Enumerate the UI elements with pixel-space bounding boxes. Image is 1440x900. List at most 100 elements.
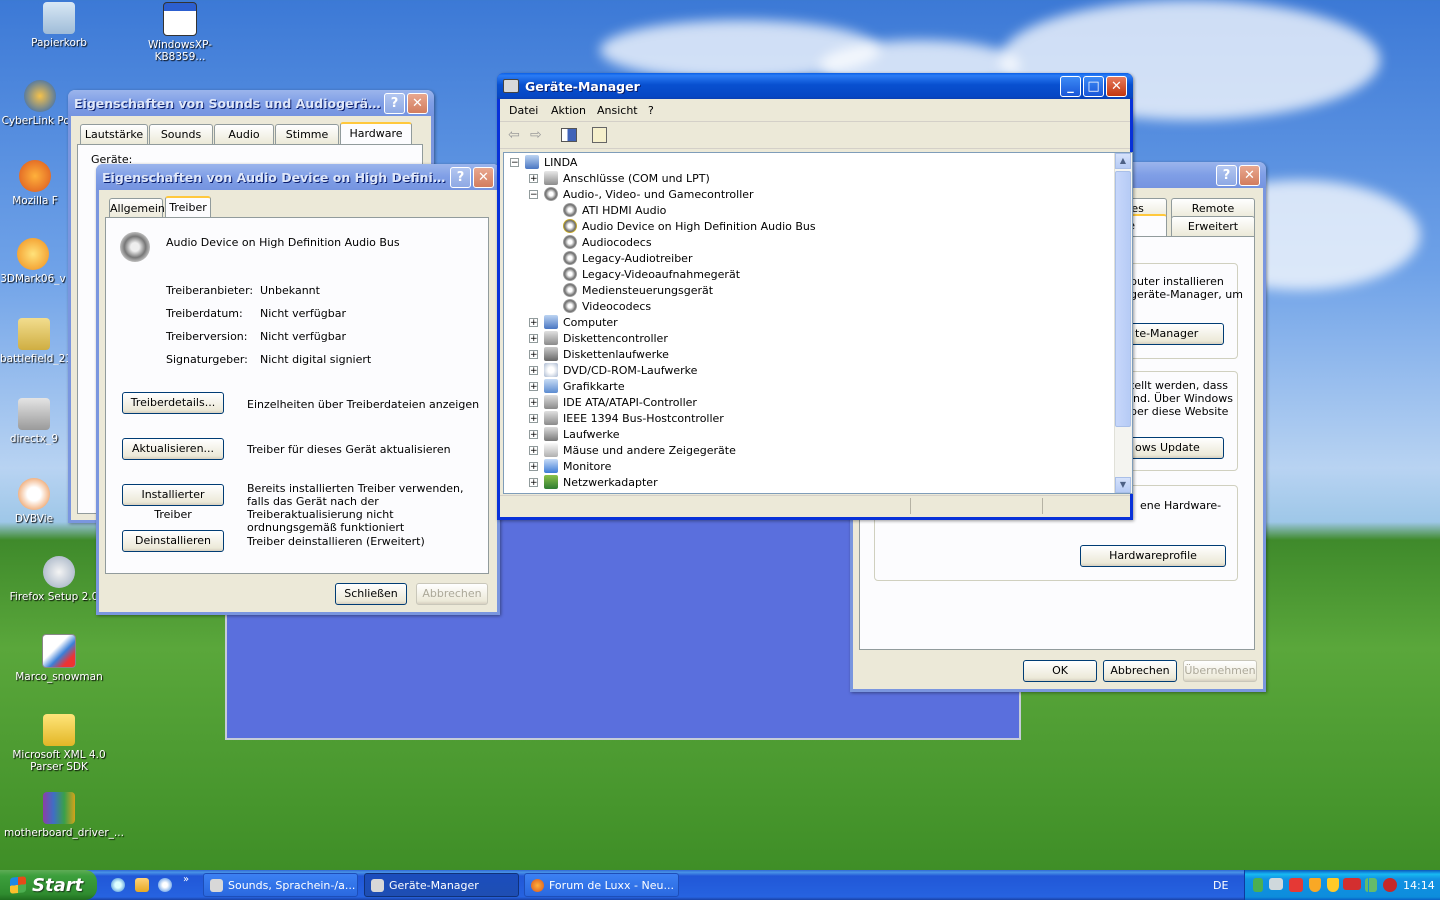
- language-indicator[interactable]: DE: [1213, 879, 1228, 892]
- driver-details-button[interactable]: Treiberdetails...: [122, 392, 224, 414]
- update-driver-button[interactable]: Aktualisieren...: [122, 438, 224, 460]
- tree-item[interactable]: + Grafikkarte: [529, 378, 625, 394]
- tree-item[interactable]: Audio Device on High Definition Audio Bu…: [548, 218, 816, 234]
- tray-shield-icon[interactable]: [1309, 878, 1321, 892]
- quicklaunch-folder-icon[interactable]: [135, 878, 149, 892]
- scroll-up-button[interactable]: ▲: [1115, 153, 1131, 169]
- close-button[interactable]: ✕: [1239, 164, 1260, 186]
- tree-item[interactable]: Legacy-Videoaufnahmegerät: [548, 266, 740, 282]
- expand-icon[interactable]: +: [529, 477, 538, 487]
- close-dialog-button[interactable]: Schließen: [335, 583, 407, 605]
- quicklaunch-expand-icon[interactable]: »: [183, 874, 189, 885]
- minimize-button[interactable]: _: [1060, 75, 1081, 97]
- desktop-icon-recycle-bin[interactable]: Papierkorb: [4, 2, 114, 49]
- tree-item[interactable]: Mediensteuerungsgerät: [548, 282, 713, 298]
- desktop-icon-marco-snowman[interactable]: Marco_snowman: [4, 634, 114, 683]
- rollback-driver-button[interactable]: Installierter Treiber: [122, 484, 224, 521]
- expand-icon[interactable]: +: [529, 397, 538, 407]
- tree-item[interactable]: + Mäuse und andere Zeigegeräte: [529, 442, 736, 458]
- close-button[interactable]: ✕: [407, 92, 428, 114]
- scroll-down-button[interactable]: ▼: [1115, 477, 1131, 493]
- desktop-icon-msxml[interactable]: Microsoft XML 4.0 Parser SDK: [4, 714, 114, 773]
- tray-user-icon[interactable]: [1253, 878, 1263, 892]
- task-sounds[interactable]: Sounds, Sprachein-/a...: [203, 873, 358, 897]
- desktop-icon-3dmark[interactable]: 3DMark06_v: [0, 238, 66, 285]
- tray-alert-icon[interactable]: [1383, 878, 1397, 892]
- tray-network-icon[interactable]: [1269, 878, 1283, 890]
- tab-stimme[interactable]: Stimme: [275, 124, 339, 144]
- start-button[interactable]: Start: [0, 870, 97, 900]
- menu-help[interactable]: ?: [648, 104, 654, 117]
- desktop-icon-dvbviewer[interactable]: DVBVie: [0, 478, 68, 525]
- menu-aktion[interactable]: Aktion: [551, 104, 586, 117]
- cancel-button[interactable]: Abbrechen: [416, 583, 488, 605]
- task-forum[interactable]: Forum de Luxx - Neu...: [524, 873, 679, 897]
- driver-properties-window[interactable]: Eigenschaften von Audio Device on High D…: [96, 164, 500, 615]
- tree-item[interactable]: + Monitore: [529, 458, 611, 474]
- sounds-titlebar[interactable]: Eigenschaften von Sounds und Audiogeräte…: [68, 90, 434, 116]
- back-arrow-icon[interactable]: ⇦: [508, 127, 520, 143]
- desktop-icon-directx[interactable]: directx_9: [0, 398, 68, 445]
- desktop-icon-mozilla[interactable]: Mozilla F: [4, 160, 66, 207]
- tree-item[interactable]: − LINDA: [510, 154, 577, 170]
- tab-erweitert[interactable]: Erweitert: [1171, 216, 1255, 236]
- desktop-icon-battlefield[interactable]: battlefield_21: [0, 318, 68, 365]
- close-button[interactable]: ✕: [1106, 75, 1127, 97]
- quicklaunch-ie-icon[interactable]: [111, 878, 125, 892]
- tree-item[interactable]: + Netzwerkadapter: [529, 474, 658, 490]
- expand-icon[interactable]: +: [529, 381, 538, 391]
- tab-allgemein[interactable]: Allgemein: [109, 198, 165, 218]
- tray-shield2-icon[interactable]: [1327, 878, 1339, 892]
- collapse-icon[interactable]: −: [510, 157, 519, 167]
- device-tree[interactable]: − LINDA + Anschlüsse (COM und LPT) − Audio-, …: [503, 152, 1133, 494]
- tray-ati-icon[interactable]: [1343, 878, 1361, 890]
- collapse-icon[interactable]: −: [529, 189, 538, 199]
- tree-item[interactable]: + IDE ATA/ATAPI-Controller: [529, 394, 697, 410]
- tree-item[interactable]: Legacy-Audiotreiber: [548, 250, 692, 266]
- tree-item[interactable]: Audiocodecs: [548, 234, 652, 250]
- cancel-button[interactable]: Abbrechen: [1103, 660, 1177, 682]
- quicklaunch-browser-icon[interactable]: [158, 878, 172, 892]
- apply-button[interactable]: Übernehmen: [1183, 660, 1257, 682]
- tree-item[interactable]: − Audio-, Video- und Gamecontroller: [529, 186, 754, 202]
- tree-item[interactable]: + Diskettenlaufwerke: [529, 346, 669, 362]
- desktop-icon-motherboard-driver[interactable]: motherboard_driver_...: [4, 792, 124, 839]
- tab-lautstaerke[interactable]: Lautstärke: [80, 124, 148, 144]
- uninstall-button[interactable]: Deinstallieren: [122, 530, 224, 552]
- forward-arrow-icon[interactable]: ⇨: [530, 127, 542, 143]
- expand-icon[interactable]: +: [529, 429, 538, 439]
- tab-sounds[interactable]: Sounds: [149, 124, 213, 144]
- help-button[interactable]: ?: [1216, 164, 1237, 186]
- menu-ansicht[interactable]: Ansicht: [597, 104, 638, 117]
- driver-titlebar[interactable]: Eigenschaften von Audio Device on High D…: [96, 164, 500, 190]
- tray-signal-icon[interactable]: [1365, 878, 1377, 892]
- tab-treiber[interactable]: Treiber: [165, 196, 211, 218]
- ok-button[interactable]: OK: [1023, 660, 1097, 682]
- scroll-thumb[interactable]: [1115, 171, 1131, 427]
- hardware-profiles-button[interactable]: Hardwareprofile: [1080, 545, 1226, 567]
- tree-item[interactable]: + DVD/CD-ROM-Laufwerke: [529, 362, 697, 378]
- show-hide-tree-icon[interactable]: [561, 128, 577, 142]
- expand-icon[interactable]: +: [529, 413, 538, 423]
- tree-item[interactable]: + IEEE 1394 Bus-Hostcontroller: [529, 410, 724, 426]
- tree-item[interactable]: Videocodecs: [548, 298, 651, 314]
- expand-icon[interactable]: +: [529, 365, 538, 375]
- help-button[interactable]: ?: [384, 92, 405, 114]
- tray-security-icon[interactable]: [1289, 878, 1303, 892]
- expand-icon[interactable]: +: [529, 461, 538, 471]
- tree-item[interactable]: + Laufwerke: [529, 426, 620, 442]
- tree-item[interactable]: ATI HDMI Audio: [548, 202, 666, 218]
- tab-hardware[interactable]: Hardware: [340, 122, 412, 144]
- maximize-button[interactable]: □: [1083, 75, 1104, 97]
- tab-remote[interactable]: Remote: [1171, 198, 1255, 218]
- desktop-icon-kb-update[interactable]: WindowsXP-KB8359...: [125, 2, 235, 63]
- task-device-manager[interactable]: Geräte-Manager: [364, 873, 519, 897]
- devmgr-titlebar[interactable]: Geräte-Manager _ □ ✕: [497, 73, 1133, 99]
- tree-item[interactable]: + Computer: [529, 314, 618, 330]
- vertical-scrollbar[interactable]: ▲ ▼: [1114, 153, 1132, 493]
- close-button[interactable]: ✕: [473, 166, 494, 188]
- tab-audio[interactable]: Audio: [214, 124, 274, 144]
- help-button[interactable]: ?: [450, 166, 471, 188]
- tree-item[interactable]: + Anschlüsse (COM und LPT): [529, 170, 710, 186]
- tree-item[interactable]: + Diskettencontroller: [529, 330, 668, 346]
